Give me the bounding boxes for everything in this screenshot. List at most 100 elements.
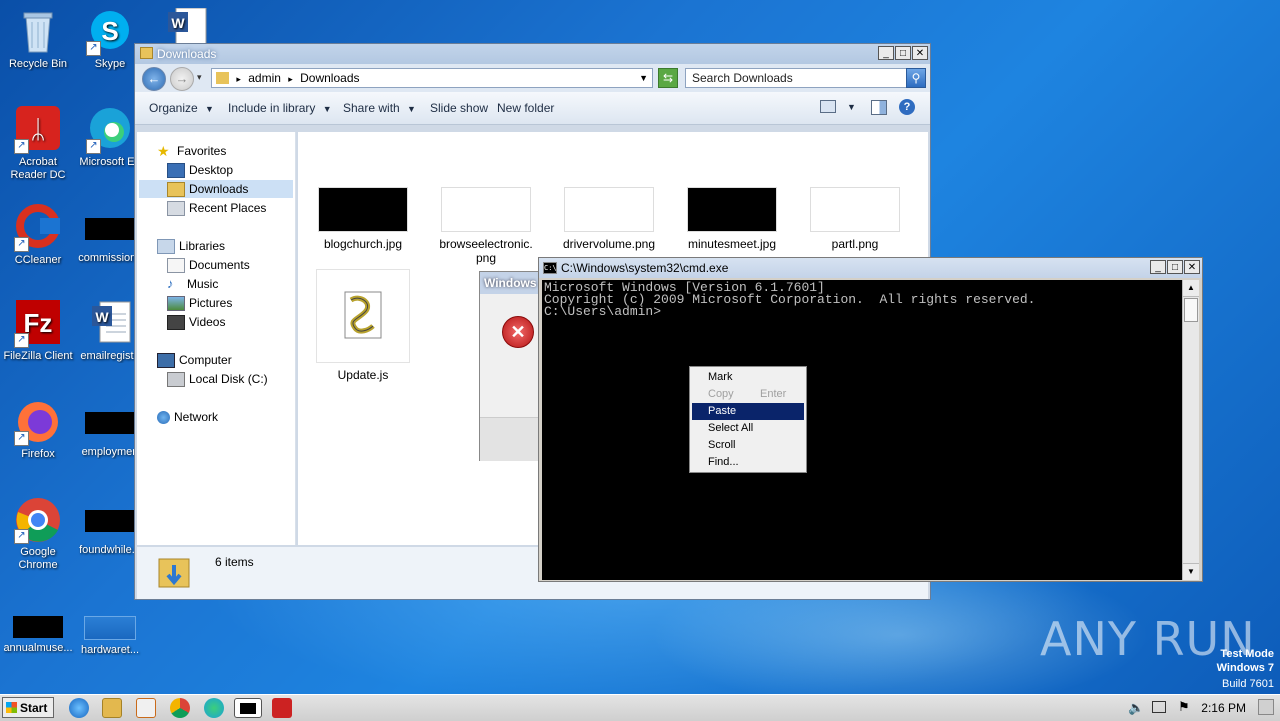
- minimize-button[interactable]: _: [1150, 260, 1166, 274]
- chrome-taskbar-icon[interactable]: [170, 698, 190, 718]
- close-button[interactable]: ✕: [912, 46, 928, 60]
- search-input[interactable]: Search Downloads: [685, 68, 907, 88]
- scroll-down-icon[interactable]: ▼: [1183, 563, 1199, 580]
- nav-label: Computer: [179, 353, 232, 367]
- network-tray-icon[interactable]: [1152, 701, 1166, 713]
- scroll-up-icon[interactable]: ▲: [1183, 280, 1199, 297]
- help-icon[interactable]: ?: [899, 99, 915, 115]
- error-app-taskbar-icon[interactable]: [272, 698, 292, 718]
- nav-label: Network: [174, 410, 219, 424]
- desktop-icon-hardwaret[interactable]: hardwaret...: [72, 594, 148, 657]
- desktop-icon-filezilla[interactable]: Fz ↗ FileZilla Client: [0, 300, 76, 363]
- menu-item-label: Paste: [708, 405, 737, 417]
- file-thumbnail-icon: [84, 616, 136, 640]
- edge-taskbar-icon[interactable]: [204, 698, 224, 718]
- media-player-taskbar-icon[interactable]: [136, 698, 156, 718]
- address-bar[interactable]: ▸ admin ▸ Downloads ▼: [211, 68, 653, 88]
- edge-icon: ↗: [86, 106, 134, 154]
- address-dropdown-icon[interactable]: ▼: [639, 69, 648, 87]
- acrobat-icon: ᛦ ↗: [14, 106, 62, 154]
- nav-downloads[interactable]: Downloads: [167, 182, 248, 198]
- share-with-button[interactable]: Share with ▼: [343, 101, 416, 115]
- nav-computer[interactable]: Computer: [157, 353, 232, 369]
- maximize-button[interactable]: □: [1167, 260, 1183, 274]
- image-thumbnail-icon: [318, 187, 408, 232]
- breadcrumb-chevron-icon[interactable]: ▸: [236, 74, 241, 84]
- nav-videos[interactable]: Videos: [167, 315, 226, 331]
- nav-favorites[interactable]: ★ Favorites: [157, 144, 226, 159]
- cmd-taskbar-icon[interactable]: [234, 698, 262, 718]
- desktop-icon-chrome[interactable]: ↗ Google Chrome: [0, 496, 76, 572]
- recent-pages-chevron-icon[interactable]: ▾: [197, 72, 202, 83]
- search-icon[interactable]: ⚲: [906, 68, 926, 88]
- breadcrumb-chevron-icon[interactable]: ▸: [288, 74, 293, 84]
- breadcrumb-downloads[interactable]: Downloads: [300, 71, 359, 85]
- show-desktop-button[interactable]: [1258, 699, 1274, 715]
- menu-item-copy[interactable]: Copy Enter: [692, 386, 804, 403]
- close-button[interactable]: ✕: [1184, 260, 1200, 274]
- explorer-taskbar-icon[interactable]: [102, 698, 122, 718]
- cmd-titlebar[interactable]: C:\ C:\Windows\system32\cmd.exe _ □ ✕: [539, 258, 1202, 278]
- desktop-icon-annualmuse[interactable]: annualmuse...: [0, 594, 76, 655]
- ie-taskbar-icon[interactable]: [69, 698, 89, 718]
- file-item[interactable]: blogchurch.jpg: [315, 187, 411, 251]
- new-folder-button[interactable]: New folder: [497, 101, 554, 115]
- refresh-icon[interactable]: ⇆: [658, 68, 678, 88]
- file-name: partl.png: [831, 237, 879, 251]
- vertical-scrollbar[interactable]: ▲ ▼: [1182, 280, 1199, 580]
- desktop-icon-recycle-bin[interactable]: Recycle Bin: [0, 8, 76, 71]
- preview-pane-icon[interactable]: [871, 100, 887, 115]
- shortcut-arrow-icon: ↗: [14, 139, 29, 154]
- nav-documents[interactable]: Documents: [167, 258, 250, 274]
- nav-pictures[interactable]: Pictures: [167, 296, 232, 312]
- action-center-flag-icon[interactable]: ⚑: [1178, 699, 1190, 715]
- back-button[interactable]: ←: [142, 67, 166, 91]
- nav-label: Videos: [189, 315, 226, 329]
- menu-item-select-all[interactable]: Select All: [692, 420, 804, 437]
- cmd-window[interactable]: C:\ C:\Windows\system32\cmd.exe _ □ ✕ Mi…: [538, 257, 1203, 582]
- maximize-button[interactable]: □: [895, 46, 911, 60]
- start-button[interactable]: Start: [2, 697, 54, 718]
- menu-item-paste[interactable]: Paste: [692, 403, 804, 420]
- slide-show-button[interactable]: Slide show: [430, 101, 488, 115]
- nav-libraries[interactable]: Libraries: [157, 239, 225, 255]
- nav-desktop[interactable]: Desktop: [167, 163, 233, 179]
- file-item[interactable]: drivervolume.png: [561, 187, 657, 251]
- organize-button[interactable]: Organize ▼: [149, 101, 214, 115]
- forward-button[interactable]: →: [170, 67, 194, 91]
- firefox-icon: ↗: [14, 398, 62, 446]
- menu-item-shortcut: Enter: [760, 388, 787, 400]
- scroll-thumb[interactable]: [1184, 298, 1198, 322]
- menu-item-scroll[interactable]: Scroll: [692, 437, 804, 454]
- file-item[interactable]: minutesmeet.jpg: [684, 187, 780, 251]
- view-dropdown-icon[interactable]: ▼: [847, 102, 856, 112]
- nav-label: Local Disk (C:): [189, 372, 268, 386]
- desktop-icon-label: Google Chrome: [18, 546, 58, 571]
- menu-item-find[interactable]: Find...: [692, 454, 804, 471]
- explorer-titlebar[interactable]: Downloads _ □ ✕: [135, 44, 930, 64]
- dropdown-arrow-icon: ▼: [407, 104, 416, 114]
- clock[interactable]: 2:16 PM: [1201, 701, 1246, 715]
- file-name: blogchurch.jpg: [323, 237, 403, 251]
- menu-item-label: Copy: [708, 388, 734, 400]
- file-name: drivervolume.png: [562, 237, 656, 251]
- os-label: Windows 7: [1216, 662, 1274, 674]
- nav-recent-places[interactable]: Recent Places: [167, 201, 266, 217]
- nav-network[interactable]: Network: [157, 410, 219, 425]
- desktop-icon-ccleaner[interactable]: ↗ CCleaner: [0, 204, 76, 267]
- minimize-button[interactable]: _: [878, 46, 894, 60]
- include-in-library-button[interactable]: Include in library ▼: [228, 101, 332, 115]
- speaker-icon[interactable]: 🔈: [1128, 700, 1144, 716]
- change-view-icon[interactable]: [820, 100, 836, 113]
- file-item[interactable]: browseelectronic.png: [438, 187, 534, 265]
- filezilla-icon: Fz ↗: [14, 300, 62, 348]
- console-output[interactable]: Microsoft Windows [Version 6.1.7601] Cop…: [542, 280, 1184, 580]
- nav-local-disk[interactable]: Local Disk (C:): [167, 372, 268, 388]
- desktop-icon-firefox[interactable]: ↗ Firefox: [0, 398, 76, 461]
- file-item[interactable]: partl.png: [807, 187, 903, 251]
- breadcrumb-admin[interactable]: admin: [248, 71, 281, 85]
- nav-music[interactable]: ♪ Music: [167, 277, 218, 291]
- file-item[interactable]: Update.js: [315, 269, 411, 382]
- menu-item-mark[interactable]: Mark: [692, 369, 804, 386]
- desktop-icon-acrobat[interactable]: ᛦ ↗ Acrobat Reader DC: [0, 106, 76, 182]
